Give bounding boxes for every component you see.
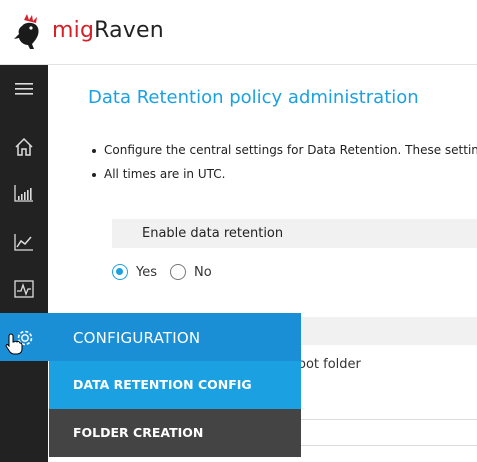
app-header: migRaven [0,0,477,65]
line-chart-icon [14,234,33,251]
radio-no[interactable]: No [170,264,212,280]
radio-yes[interactable]: Yes [112,264,157,280]
menu-item-folder-creation[interactable]: FOLDER CREATION [49,409,301,457]
sidebar-item-bar-chart[interactable] [0,173,48,213]
activity-icon [14,280,34,298]
sidebar-item-activity[interactable] [0,269,48,309]
brand-mig: mig [52,18,95,43]
enable-retention-header: Enable data retention [112,219,477,248]
app-brand[interactable]: migRaven [52,18,164,43]
sidebar-item-line-chart[interactable] [0,222,48,262]
bar-chart-icon [14,185,33,202]
brand-raven: Raven [94,18,164,43]
radio-no-indicator[interactable] [170,264,186,280]
radio-no-label: No [194,264,212,280]
menu-item-data-retention-config[interactable]: DATA RETENTION CONFIG [49,361,301,409]
sidebar-item-home[interactable] [0,127,48,167]
configuration-menu-header[interactable]: CONFIGURATION [0,313,301,361]
raven-logo-icon [14,14,39,49]
note-item: Configure the central settings for Data … [88,143,477,167]
sidebar [0,65,48,462]
configuration-menu-label: CONFIGURATION [73,329,201,347]
menu-toggle-button[interactable] [0,69,48,109]
hamburger-icon [15,83,33,95]
menu-item-label: FOLDER CREATION [73,425,204,440]
root-folder-text: oot folder [298,357,361,372]
notes-list: Configure the central settings for Data … [88,143,477,191]
home-icon [15,137,33,156]
enable-retention-label: Enable data retention [142,226,284,241]
hand-cursor-icon [5,333,23,355]
page-title: Data Retention policy administration [88,87,419,108]
menu-item-label: DATA RETENTION CONFIG [73,377,252,392]
radio-yes-indicator[interactable] [112,264,128,280]
radio-yes-label: Yes [136,264,157,280]
note-item: All times are in UTC. [88,167,477,191]
